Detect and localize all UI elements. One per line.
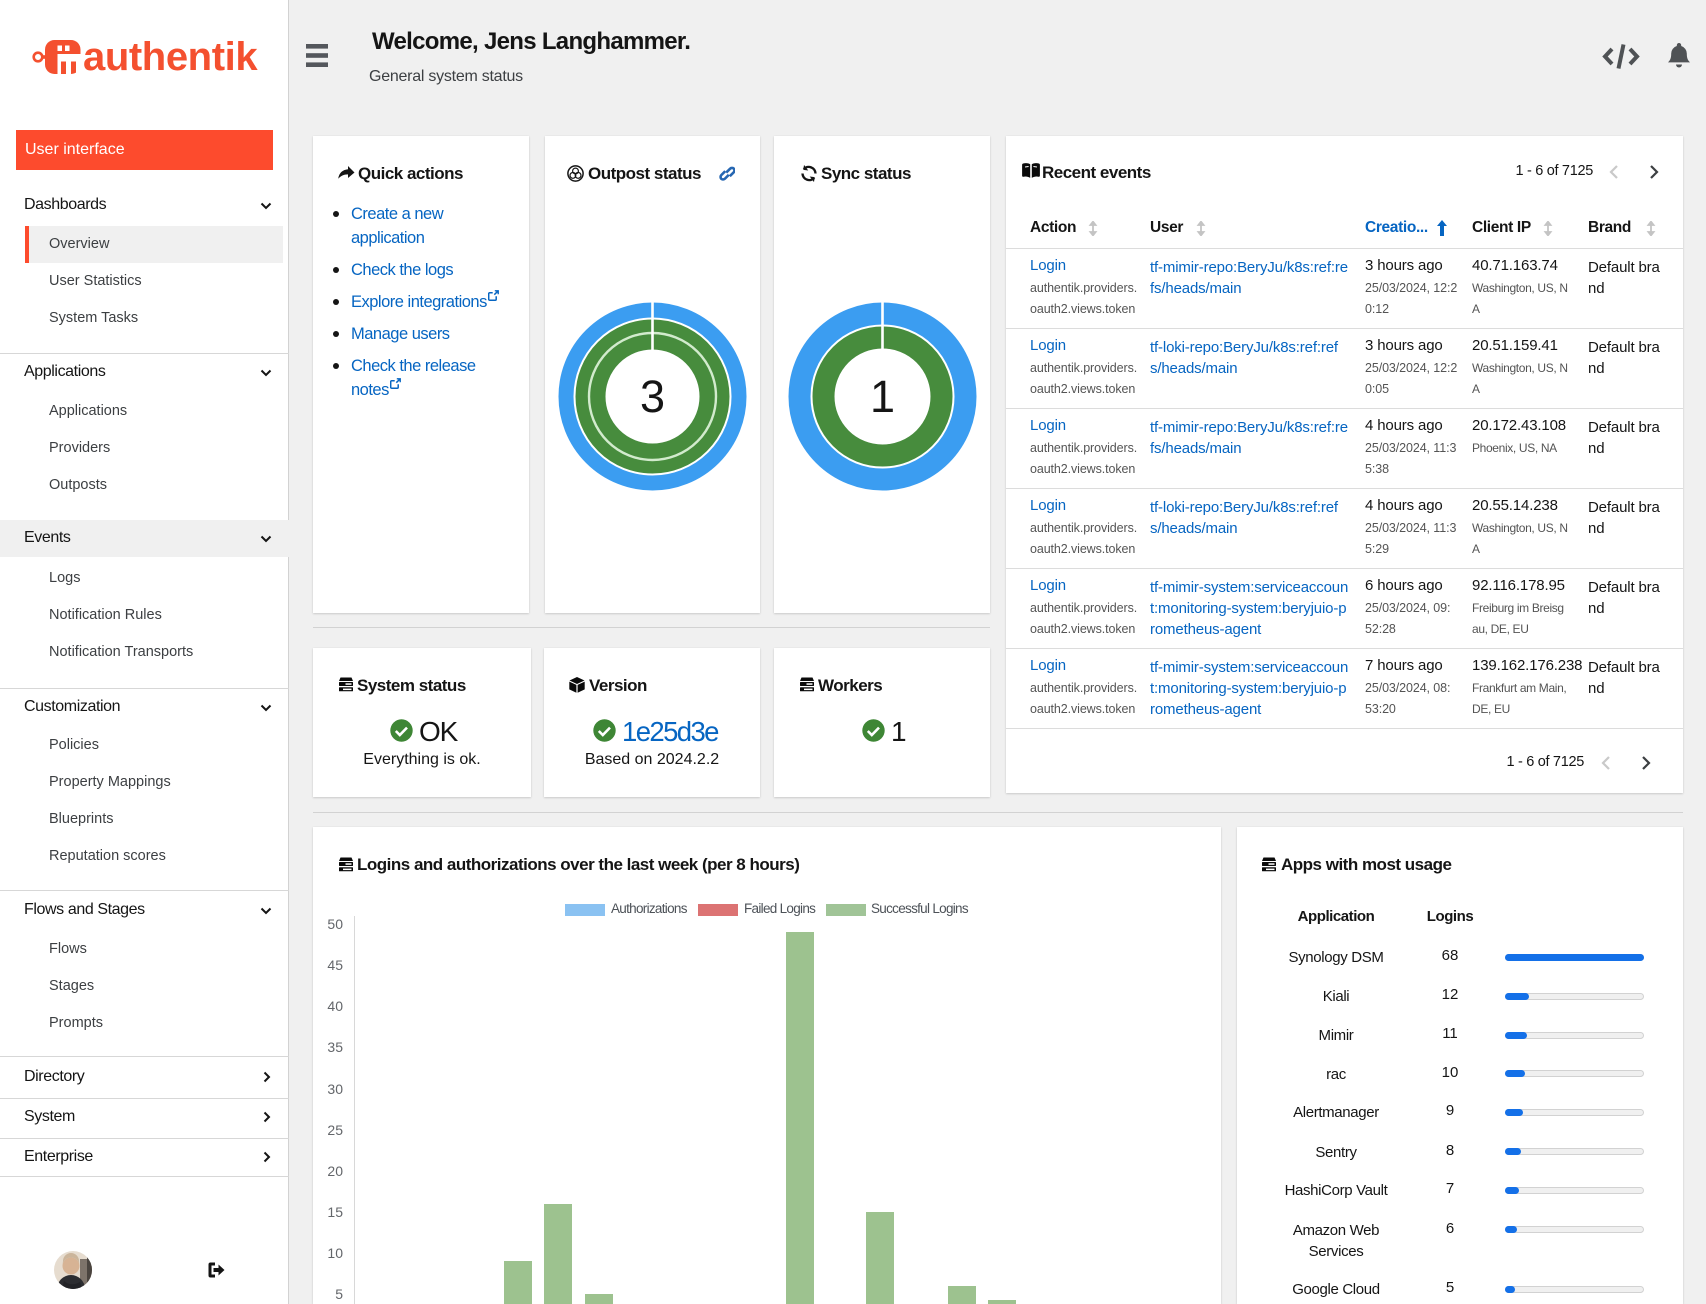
svg-text:authentik: authentik [83, 36, 258, 79]
svg-text:1: 1 [870, 371, 895, 422]
svg-text:3: 3 [640, 371, 665, 422]
